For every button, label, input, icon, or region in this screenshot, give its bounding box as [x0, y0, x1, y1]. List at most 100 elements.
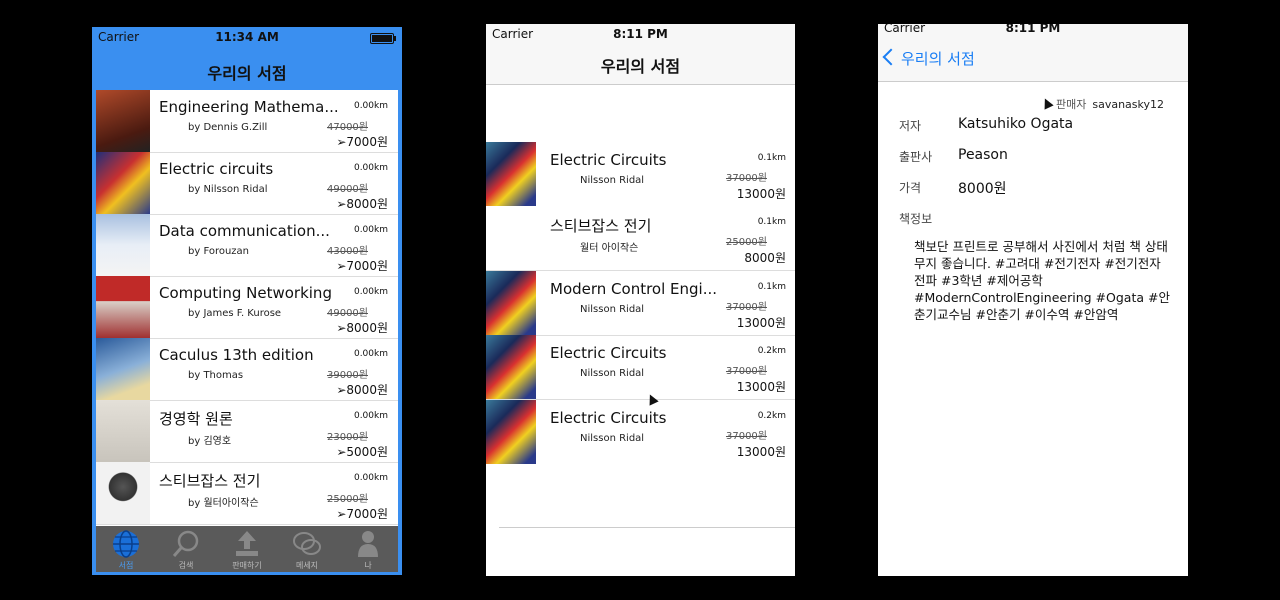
- book-distance: 0.2km: [757, 346, 786, 356]
- book-title: 스티브잡스 전기: [159, 472, 261, 490]
- book-original-price: 43000원: [326, 246, 368, 257]
- person-icon: [358, 531, 378, 557]
- book-title: Caculus 13th edition: [159, 346, 314, 364]
- book-row[interactable]: Electric Circuits Nilsson Ridal 0.1km 37…: [486, 142, 795, 206]
- field-value-publisher: Peason: [958, 147, 1008, 163]
- nav-bar: Carrier 8:11 PM 우리의 서점: [486, 24, 795, 85]
- book-row[interactable]: Electric circuits by Nilsson Ridal 0.00k…: [96, 152, 398, 215]
- chat-icon: [293, 532, 321, 555]
- book-original-price: 47000원: [326, 122, 368, 133]
- tab-label: 서점: [118, 561, 134, 570]
- book-original-price: 37000원: [725, 302, 767, 313]
- book-distance: 0.00km: [353, 473, 388, 483]
- book-list[interactable]: Engineering Mathema... by Dennis G.Zill …: [96, 90, 398, 526]
- book-cover-image: [486, 142, 536, 206]
- book-author: 월터 아이작슨: [580, 243, 639, 254]
- book-price: ➢7000원: [336, 135, 388, 149]
- book-title: Electric Circuits: [550, 151, 667, 169]
- upload-icon: [236, 531, 258, 556]
- book-cover-image: [486, 400, 536, 464]
- book-distance: 0.00km: [353, 225, 388, 235]
- book-row[interactable]: Computing Networking by James F. Kurose …: [96, 276, 398, 339]
- book-title: 스티브잡스 전기: [550, 217, 652, 235]
- status-time: 8:11 PM: [1005, 24, 1061, 35]
- status-bar: Carrier 11:34 AM: [92, 27, 402, 47]
- book-row[interactable]: 스티브잡스 전기 by 월터아이작슨 0.00km 25000원 ➢7000원: [96, 462, 398, 525]
- book-row[interactable]: Data communication... by Forouzan 0.00km…: [96, 214, 398, 277]
- seller-label: 판매자: [1055, 98, 1087, 111]
- book-cover-image: [96, 338, 150, 400]
- book-price: 13000원: [736, 445, 786, 459]
- book-price: ➢7000원: [336, 507, 388, 521]
- book-row[interactable]: Electric Circuits Nilsson Ridal 0.2km 37…: [486, 335, 795, 400]
- tab-me[interactable]: 나: [338, 526, 398, 572]
- book-author: by 김영호: [188, 436, 232, 447]
- book-price: 13000원: [736, 316, 786, 330]
- book-row[interactable]: Modern Control Engi... Nilsson Ridal 0.1…: [486, 271, 795, 336]
- book-distance: 0.2km: [757, 411, 786, 421]
- list-divider: [499, 527, 795, 528]
- field-value-author: Katsuhiko Ogata: [958, 116, 1074, 132]
- chevron-left-icon: [882, 48, 900, 66]
- book-title: Modern Control Engi...: [550, 280, 718, 298]
- bookstore-list-screen: Carrier 11:34 AM 우리의 서점 Engineering Math…: [92, 27, 402, 575]
- book-cover-image: [486, 335, 536, 399]
- book-cover-image: [96, 152, 150, 214]
- book-price: ➢5000원: [336, 445, 388, 459]
- tab-bar: 서점 검색 판매하기 메세지 나: [96, 526, 398, 572]
- book-distance: 0.00km: [353, 101, 388, 111]
- book-original-price: 49000원: [326, 184, 368, 195]
- field-label-price: 가격: [899, 181, 922, 195]
- page-title: 우리의 서점: [600, 57, 681, 76]
- book-author: Nilsson Ridal: [580, 368, 645, 379]
- book-row[interactable]: Caculus 13th edition by Thomas 0.00km 39…: [96, 338, 398, 401]
- tab-bookstore[interactable]: 서점: [96, 526, 156, 572]
- book-original-price: 49000원: [326, 308, 368, 319]
- seller-name: savanasky12: [1092, 98, 1164, 111]
- status-time: 11:34 AM: [215, 30, 279, 44]
- status-bar: Carrier 8:11 PM: [878, 24, 1188, 38]
- battery-icon: [370, 33, 396, 44]
- book-original-price: 37000원: [725, 431, 767, 442]
- book-original-price: 25000원: [725, 237, 767, 248]
- book-distance: 0.00km: [353, 349, 388, 359]
- tab-messages[interactable]: 메세지: [277, 526, 337, 572]
- book-title: Electric Circuits: [550, 344, 667, 362]
- book-title: Electric circuits: [159, 160, 274, 178]
- book-author: Nilsson Ridal: [580, 175, 645, 186]
- tab-search[interactable]: 검색: [156, 526, 216, 572]
- search-icon: [172, 530, 199, 557]
- book-author: by 월터아이작슨: [188, 498, 259, 509]
- page-title: 우리의 서점: [207, 64, 287, 83]
- book-cover-image: [96, 400, 150, 462]
- field-label-book-info: 책정보: [899, 212, 933, 226]
- book-price: ➢8000원: [336, 383, 388, 397]
- status-time: 8:11 PM: [613, 27, 668, 41]
- book-distance: 0.00km: [353, 287, 388, 297]
- book-author: by Thomas: [188, 370, 244, 381]
- book-author: Nilsson Ridal: [580, 433, 645, 444]
- book-cover-image: [96, 90, 150, 152]
- book-row[interactable]: 경영학 원론 by 김영호 0.00km 23000원 ➢5000원: [96, 400, 398, 463]
- book-original-price: 23000원: [326, 432, 368, 443]
- bookstore-nearby-screen: Carrier 8:11 PM 우리의 서점 Electric Circuits…: [486, 24, 795, 576]
- book-author: by Forouzan: [188, 246, 250, 257]
- book-title: 경영학 원론: [159, 410, 233, 428]
- book-detail-screen: Carrier 8:11 PM 우리의 서점 판매자 savanasky12 저자…: [878, 24, 1188, 576]
- book-distance: 0.1km: [757, 282, 786, 292]
- mouse-cursor-icon: [1040, 96, 1054, 110]
- tab-sell[interactable]: 판매하기: [217, 526, 277, 572]
- book-row[interactable]: 스티브잡스 전기 월터 아이작슨 0.1km 25000원 8000원: [486, 206, 795, 271]
- book-title: Computing Networking: [159, 284, 332, 302]
- book-row[interactable]: Engineering Mathema... by Dennis G.Zill …: [96, 90, 398, 153]
- tab-label: 검색: [178, 561, 194, 570]
- book-description: 책보단 프린트로 공부해서 사진에서 처럼 책 상태 무지 좋습니다. #고려대…: [914, 239, 1170, 322]
- book-author: by Nilsson Ridal: [188, 184, 268, 195]
- book-cover-image: [96, 276, 150, 338]
- field-label-author: 저자: [899, 119, 922, 133]
- book-price: 8000원: [744, 251, 786, 265]
- book-row[interactable]: Electric Circuits Nilsson Ridal 0.2km 37…: [486, 400, 795, 464]
- book-price: ➢8000원: [336, 321, 388, 335]
- book-price: 13000원: [736, 187, 786, 201]
- book-title: Electric Circuits: [550, 409, 667, 427]
